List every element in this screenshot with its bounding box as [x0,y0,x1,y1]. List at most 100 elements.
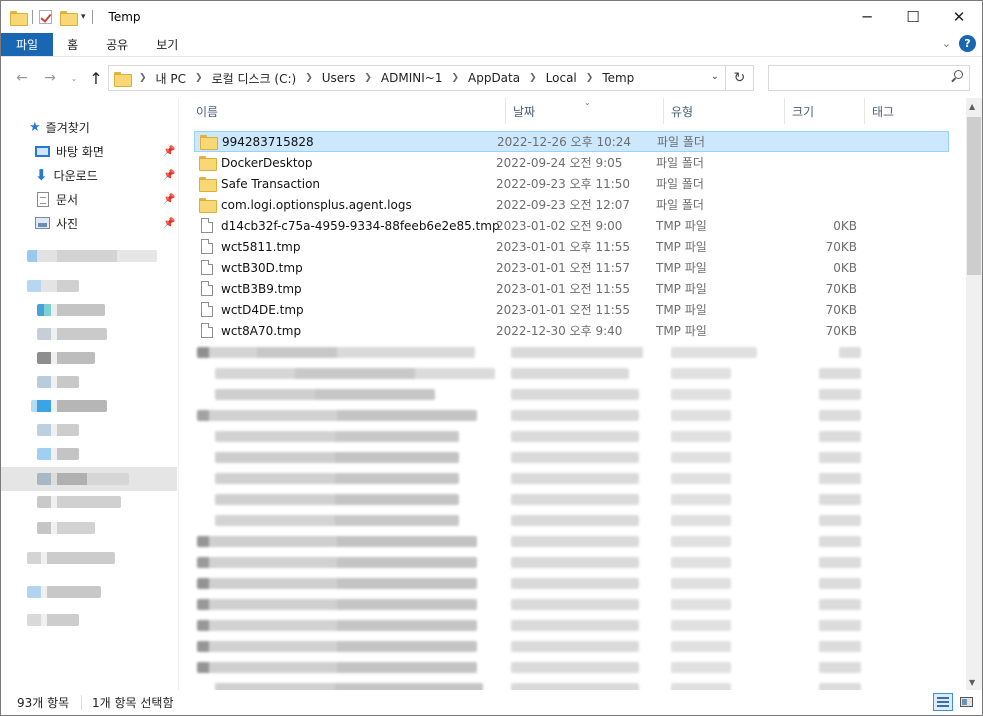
chevron-right-icon[interactable]: ❯ [364,73,372,83]
breadcrumb-appdata[interactable]: AppData [468,71,520,85]
breadcrumb-local[interactable]: Local [546,71,577,85]
ribbon-tabs: 파일 홈 공유 보기 ⌄ ? [1,33,982,57]
up-button[interactable]: ↑ [85,67,107,89]
scroll-down-icon[interactable]: ▼ [969,678,975,687]
maximize-button[interactable]: ☐ [890,1,936,33]
obscured-nav-item[interactable] [27,552,115,564]
folder-icon[interactable] [10,10,28,26]
obscured-nav-item[interactable] [37,424,79,436]
file-row[interactable]: wct8A70.tmp 2022-12-30 오후 9:40 TMP 파일 70… [194,320,949,341]
file-row[interactable]: com.logi.optionsplus.agent.logs 2022-09-… [194,194,949,215]
nav-item-desktop[interactable]: 바탕 화면 📌 [35,140,178,162]
file-icon [201,302,213,317]
file-row[interactable]: DockerDesktop 2022-09-24 오전 9:05 파일 폴더 [194,152,949,173]
obscured-nav-item[interactable] [37,376,79,388]
column-name[interactable]: 이름 [189,98,506,124]
tab-file[interactable]: 파일 [1,33,54,56]
obscured-nav-item[interactable] [31,400,107,412]
breadcrumb-users[interactable]: Users [322,71,356,85]
status-divider [81,695,82,710]
column-header: 이름 ⌄ 날짜 유형 크기 태그 [179,98,966,124]
file-type: TMP 파일 [656,261,707,275]
nav-item-documents[interactable]: 문서 📌 [37,188,178,210]
chevron-right-icon[interactable]: ❯ [586,73,594,83]
file-row[interactable]: Safe Transaction 2022-09-23 오후 11:50 파일 … [194,173,949,194]
details-view-button[interactable] [933,693,953,711]
scroll-thumb[interactable] [967,117,981,275]
back-button[interactable]: ← [11,67,33,89]
file-name: DockerDesktop [221,155,313,170]
breadcrumb-this-pc[interactable]: 내 PC [156,70,186,87]
pin-icon[interactable]: 📌 [163,218,175,229]
obscured-nav-item[interactable] [37,328,107,340]
nav-item-pictures[interactable]: 사진 📌 [35,212,178,234]
window-title: Temp [108,10,141,24]
pin-icon[interactable]: 📌 [163,194,175,205]
obscured-nav-item[interactable] [37,473,129,485]
window-controls: ─ ☐ ✕ [844,1,982,33]
address-dropdown-icon[interactable]: ⌄ [711,71,719,82]
scroll-up-icon[interactable]: ▲ [969,102,975,111]
column-tags[interactable]: 태그 [865,98,945,124]
chevron-right-icon[interactable]: ❯ [305,73,313,83]
breadcrumb-local-disk[interactable]: 로컬 디스크 (C:) [212,70,297,87]
file-date: 2023-01-01 오전 11:55 [496,303,631,317]
breadcrumb-temp[interactable]: Temp [602,71,634,85]
tab-share[interactable]: 공유 [92,33,142,56]
pictures-icon [35,217,50,229]
help-icon[interactable]: ? [959,35,976,52]
nav-item-downloads[interactable]: ⬇ 다운로드 📌 [35,164,178,186]
tab-home[interactable]: 홈 [53,33,92,56]
file-icon [201,218,213,233]
minimize-button[interactable]: ─ [844,1,890,33]
search-input[interactable] [769,66,939,90]
file-size: 0KB [833,260,857,275]
file-row[interactable]: wctB30D.tmp 2023-01-01 오전 11:57 TMP 파일 0… [194,257,949,278]
item-count: 93개 항목 [17,696,70,710]
expand-ribbon-icon[interactable]: ⌄ [942,37,951,50]
search-box[interactable] [768,65,970,91]
file-row[interactable]: d14cb32f-c75a-4959-9334-88feeb6e2e85.tmp… [194,215,949,236]
customize-toolbar-icon[interactable]: ▾ [81,12,86,22]
obscured-nav-item[interactable] [37,522,95,534]
obscured-nav-item[interactable] [37,496,121,508]
chevron-right-icon[interactable]: ❯ [139,73,147,83]
recent-locations-icon[interactable]: ⌄ [63,67,85,89]
nav-quick-access[interactable]: ★ 즐겨찾기 [29,116,90,138]
file-row[interactable]: wctB3B9.tmp 2023-01-01 오전 11:55 TMP 파일 7… [194,278,949,299]
obscured-nav-item[interactable] [27,586,101,598]
obscured-nav-item[interactable] [37,448,79,460]
file-type: 파일 폴더 [656,198,704,212]
pin-icon[interactable]: 📌 [163,146,175,157]
large-icons-view-button[interactable] [956,693,976,711]
column-date[interactable]: 날짜 [506,98,664,124]
obscured-nav-item[interactable] [27,280,79,292]
obscured-nav-item[interactable] [27,614,79,626]
address-bar[interactable]: ❯ 내 PC ❯ 로컬 디스크 (C:) ❯ Users ❯ ADMINI~1 … [108,65,726,91]
obscured-nav-item[interactable] [27,250,157,262]
file-name-cell: wctB3B9.tmp [199,281,302,296]
close-button[interactable]: ✕ [936,1,982,33]
tab-view[interactable]: 보기 [142,33,192,56]
chevron-right-icon[interactable]: ❯ [529,73,537,83]
pin-icon[interactable]: 📌 [163,170,175,181]
folder-icon [199,198,217,213]
file-name: wct5811.tmp [221,239,301,254]
chevron-right-icon[interactable]: ❯ [195,73,203,83]
selection-count: 1개 항목 선택함 [92,696,174,710]
vertical-scrollbar[interactable]: ▲ ▼ [966,98,982,690]
obscured-nav-item[interactable] [37,304,105,316]
file-row[interactable]: wct5811.tmp 2023-01-01 오후 11:55 TMP 파일 7… [194,236,949,257]
breadcrumb-admini[interactable]: ADMINI~1 [381,71,443,85]
properties-icon[interactable] [39,10,52,24]
obscured-nav-item[interactable] [37,352,95,364]
column-size[interactable]: 크기 [785,98,865,124]
chevron-right-icon[interactable]: ❯ [451,73,459,83]
new-folder-icon[interactable] [60,10,78,26]
forward-button[interactable]: → [39,67,61,89]
column-type[interactable]: 유형 [664,98,785,124]
file-row[interactable]: wctD4DE.tmp 2023-01-01 오전 11:55 TMP 파일 7… [194,299,949,320]
file-name-cell: DockerDesktop [199,155,313,171]
file-row[interactable]: 994283715828 2022-12-26 오후 10:24 파일 폴더 [194,131,949,152]
refresh-button[interactable]: ↻ [726,65,754,91]
